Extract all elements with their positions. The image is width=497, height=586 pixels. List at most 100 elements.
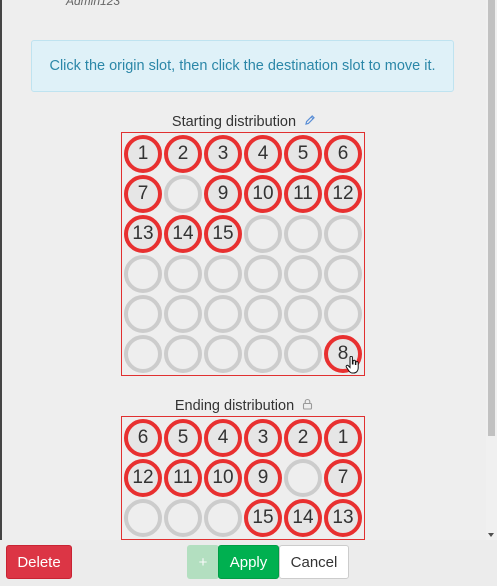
starting-slot[interactable] bbox=[123, 334, 163, 374]
marble: 1 bbox=[324, 419, 362, 457]
scroll-down-arrow[interactable] bbox=[488, 533, 494, 537]
marble: 10 bbox=[204, 459, 242, 497]
ending-slot[interactable]: 3 bbox=[243, 418, 283, 458]
starting-slot[interactable]: 12 bbox=[323, 174, 363, 214]
marble: 2 bbox=[164, 135, 202, 173]
footer-toolbar: Delete + Apply Cancel bbox=[0, 540, 497, 586]
starting-slot[interactable]: 10 bbox=[243, 174, 283, 214]
starting-slot[interactable]: 6 bbox=[323, 134, 363, 174]
ending-slot[interactable]: 6 bbox=[123, 418, 163, 458]
ending-slot[interactable]: 15 bbox=[243, 498, 283, 538]
starting-slot[interactable]: 8 bbox=[323, 334, 363, 374]
empty-slot bbox=[204, 255, 242, 293]
ending-slot[interactable]: 12 bbox=[123, 458, 163, 498]
marble: 3 bbox=[204, 135, 242, 173]
empty-slot bbox=[244, 255, 282, 293]
ending-slot[interactable]: 7 bbox=[323, 458, 363, 498]
marble: 7 bbox=[324, 459, 362, 497]
ending-slot[interactable]: 2 bbox=[283, 418, 323, 458]
delete-button[interactable]: Delete bbox=[6, 545, 72, 579]
starting-slot[interactable] bbox=[123, 254, 163, 294]
empty-slot bbox=[324, 215, 362, 253]
ending-slot[interactable]: 9 bbox=[243, 458, 283, 498]
ending-slot[interactable]: 5 bbox=[163, 418, 203, 458]
scroll-thumb[interactable] bbox=[488, 0, 495, 436]
ending-slot[interactable]: 1 bbox=[323, 418, 363, 458]
ending-slot[interactable]: 11 bbox=[163, 458, 203, 498]
marble: 11 bbox=[164, 459, 202, 497]
apply-button[interactable]: Apply bbox=[218, 545, 279, 579]
starting-slot[interactable] bbox=[203, 254, 243, 294]
empty-slot bbox=[284, 255, 322, 293]
marble: 5 bbox=[164, 419, 202, 457]
starting-slot[interactable] bbox=[283, 294, 323, 334]
starting-slot[interactable] bbox=[243, 334, 283, 374]
starting-slot[interactable]: 14 bbox=[163, 214, 203, 254]
ending-slot[interactable]: 14 bbox=[283, 498, 323, 538]
ending-slot[interactable]: 4 bbox=[203, 418, 243, 458]
add-button[interactable]: + bbox=[187, 545, 219, 579]
starting-slot[interactable]: 1 bbox=[123, 134, 163, 174]
ending-slot[interactable] bbox=[283, 458, 323, 498]
empty-slot bbox=[284, 335, 322, 373]
starting-slot[interactable]: 5 bbox=[283, 134, 323, 174]
starting-slot[interactable] bbox=[283, 214, 323, 254]
pencil-icon[interactable] bbox=[304, 114, 316, 130]
marble: 2 bbox=[284, 419, 322, 457]
starting-slot[interactable] bbox=[283, 334, 323, 374]
starting-slot[interactable] bbox=[283, 254, 323, 294]
starting-slot[interactable] bbox=[243, 214, 283, 254]
starting-slot[interactable]: 13 bbox=[123, 214, 163, 254]
starting-slot[interactable] bbox=[163, 174, 203, 214]
starting-slot[interactable]: 15 bbox=[203, 214, 243, 254]
ending-slot[interactable] bbox=[123, 498, 163, 538]
cancel-button[interactable]: Cancel bbox=[279, 545, 349, 579]
marble: 4 bbox=[244, 135, 282, 173]
starting-slot[interactable]: 11 bbox=[283, 174, 323, 214]
ending-slot[interactable] bbox=[203, 498, 243, 538]
ending-slot[interactable]: 10 bbox=[203, 458, 243, 498]
empty-slot bbox=[324, 255, 362, 293]
starting-grid: 1 2 3 4 5 6 7 9 10 11 12 13 14 15 8 bbox=[121, 132, 365, 376]
ending-slot[interactable] bbox=[163, 498, 203, 538]
empty-slot bbox=[244, 215, 282, 253]
starting-slot[interactable] bbox=[243, 294, 283, 334]
starting-title-label: Starting distribution bbox=[171, 114, 297, 130]
author-name: Admin123 bbox=[66, 0, 121, 8]
starting-slot[interactable]: 7 bbox=[123, 174, 163, 214]
starting-slot[interactable]: 9 bbox=[203, 174, 243, 214]
info-alert: Click the origin slot, then click the de… bbox=[31, 40, 454, 92]
marble: 6 bbox=[124, 419, 162, 457]
marble: 12 bbox=[124, 459, 162, 497]
scrollbar[interactable] bbox=[486, 0, 497, 540]
empty-slot bbox=[164, 175, 202, 213]
marble: 9 bbox=[244, 459, 282, 497]
starting-slot[interactable] bbox=[163, 334, 203, 374]
starting-slot[interactable] bbox=[203, 294, 243, 334]
marble: 5 bbox=[284, 135, 322, 173]
starting-slot[interactable] bbox=[123, 294, 163, 334]
ending-title-label: Ending distribution bbox=[174, 398, 295, 414]
empty-slot bbox=[164, 295, 202, 333]
empty-slot bbox=[204, 499, 242, 537]
lock-icon bbox=[302, 398, 313, 414]
empty-slot bbox=[124, 499, 162, 537]
empty-slot bbox=[204, 335, 242, 373]
empty-slot bbox=[124, 255, 162, 293]
starting-slot[interactable]: 2 bbox=[163, 134, 203, 174]
starting-slot[interactable]: 3 bbox=[203, 134, 243, 174]
starting-slot[interactable] bbox=[243, 254, 283, 294]
marble: 1 bbox=[124, 135, 162, 173]
starting-slot[interactable] bbox=[203, 334, 243, 374]
starting-slot[interactable] bbox=[323, 294, 363, 334]
starting-slot[interactable] bbox=[163, 254, 203, 294]
empty-slot bbox=[164, 255, 202, 293]
marble: 3 bbox=[244, 419, 282, 457]
starting-slot[interactable]: 4 bbox=[243, 134, 283, 174]
ending-slot[interactable]: 13 bbox=[323, 498, 363, 538]
starting-slot[interactable] bbox=[323, 254, 363, 294]
starting-slot[interactable] bbox=[163, 294, 203, 334]
starting-slot[interactable] bbox=[323, 214, 363, 254]
empty-slot bbox=[204, 295, 242, 333]
empty-slot bbox=[244, 295, 282, 333]
